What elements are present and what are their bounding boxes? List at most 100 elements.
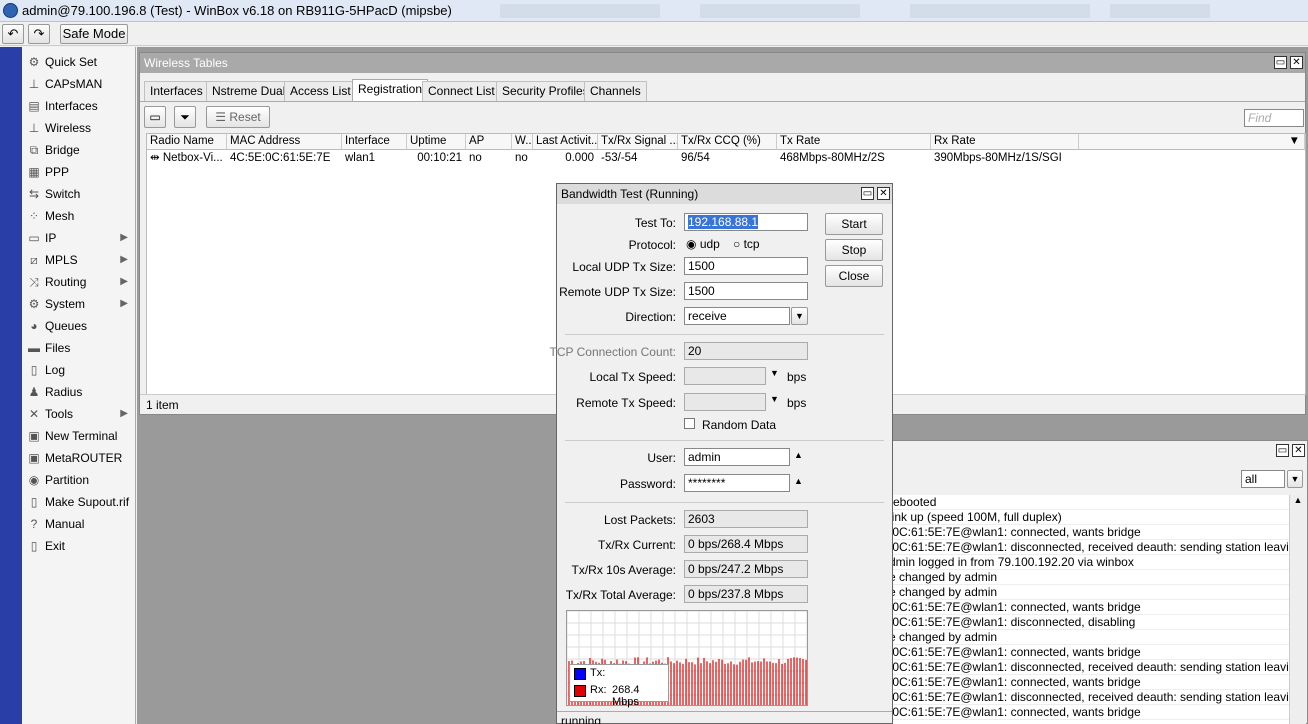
sidebar-item-radius[interactable]: ♟ Radius: [22, 381, 136, 403]
test-to-input[interactable]: 192.168.88.1: [684, 213, 808, 231]
window-title: admin@79.100.196.8 (Test) - WinBox v6.18…: [22, 3, 452, 18]
lost-packets-label: Lost Packets:: [603, 513, 676, 527]
tab-connect-list[interactable]: Connect List: [422, 81, 501, 101]
direction-dropdown-icon[interactable]: ▼: [791, 307, 808, 325]
sidebar-item-files[interactable]: ▬ Files: [22, 337, 136, 359]
tab-nstreme-dual[interactable]: Nstreme Dual: [206, 81, 292, 101]
column-header[interactable]: AP: [466, 134, 512, 150]
column-header[interactable]: Radio Name: [147, 134, 227, 150]
log-scrollbar[interactable]: ▲: [1289, 495, 1306, 724]
remove-button[interactable]: ▭: [144, 106, 166, 128]
close-icon[interactable]: ✕: [877, 187, 890, 200]
dropdown-arrow-icon[interactable]: ▼: [1287, 470, 1303, 488]
sidebar-item-label: Manual: [45, 517, 85, 531]
column-header[interactable]: W...: [512, 134, 533, 150]
direction-select[interactable]: receive: [684, 307, 790, 325]
column-chooser[interactable]: ▼: [1079, 134, 1305, 150]
log-row: :0C:61:5E:7E@wlan1: connected, wants bri…: [889, 525, 1289, 540]
undo-button[interactable]: ↶: [2, 24, 24, 44]
sidebar-item-log[interactable]: ▯ Log: [22, 359, 136, 381]
tcp-count-input[interactable]: 20: [684, 342, 808, 360]
log-window-title: [889, 441, 1307, 461]
column-header[interactable]: Last Activit...: [533, 134, 598, 150]
restore-icon[interactable]: ▭: [1274, 56, 1287, 69]
radio-selected-icon: ◉: [686, 237, 697, 251]
log-row: :0C:61:5E:7E@wlan1: disconnected, disabl…: [889, 615, 1289, 630]
sidebar-icon: ⚙: [28, 55, 40, 69]
random-data-checkbox[interactable]: [684, 418, 695, 429]
filter-button[interactable]: ⏷: [174, 106, 196, 128]
column-header[interactable]: Tx Rate: [777, 134, 931, 150]
sidebar-icon: ▭: [28, 231, 40, 245]
column-header[interactable]: Uptime: [407, 134, 466, 150]
stop-button[interactable]: Stop: [825, 239, 883, 261]
sidebar-item-bridge[interactable]: ⧉ Bridge: [22, 139, 136, 161]
close-icon[interactable]: ✕: [1292, 444, 1305, 457]
submenu-arrow-icon: ▶: [120, 298, 128, 309]
sidebar-item-mpls[interactable]: ⧄ MPLS ▶: [22, 249, 136, 271]
sidebar-item-tools[interactable]: ✕ Tools ▶: [22, 403, 136, 425]
find-input[interactable]: Find: [1244, 109, 1304, 127]
safe-mode-button[interactable]: Safe Mode: [60, 24, 128, 44]
sidebar-item-wireless[interactable]: ⊥ Wireless: [22, 117, 136, 139]
local-udp-input[interactable]: 1500: [684, 257, 808, 275]
user-collapse-icon[interactable]: ▲: [794, 450, 803, 460]
remote-speed-dropdown-icon[interactable]: ▼: [770, 394, 779, 404]
log-filter-select[interactable]: all: [1241, 470, 1285, 488]
column-header[interactable]: Tx/Rx CCQ (%): [678, 134, 777, 150]
reset-icon: ☰: [215, 110, 230, 124]
restore-icon[interactable]: ▭: [861, 187, 874, 200]
sidebar-item-label: Quick Set: [45, 55, 98, 69]
remote-speed-input[interactable]: [684, 393, 766, 411]
password-collapse-icon[interactable]: ▲: [794, 476, 803, 486]
sidebar-menu: ⚙ Quick Set ⊥ CAPsMAN ▤ Interfaces ⊥ Wireless ⧉ B…: [22, 47, 136, 724]
remote-udp-input[interactable]: 1500: [684, 282, 808, 300]
local-speed-dropdown-icon[interactable]: ▼: [770, 368, 779, 378]
sidebar-item-system[interactable]: ⚙ System ▶: [22, 293, 136, 315]
sidebar-item-label: MetaROUTER: [45, 451, 123, 465]
tab-interfaces[interactable]: Interfaces: [144, 81, 209, 101]
sidebar-item-manual[interactable]: ? Manual: [22, 513, 136, 535]
sidebar-item-switch[interactable]: ⇆ Switch: [22, 183, 136, 205]
sidebar-item-ip[interactable]: ▭ IP ▶: [22, 227, 136, 249]
sidebar-item-interfaces[interactable]: ▤ Interfaces: [22, 95, 136, 117]
column-header[interactable]: Interface: [342, 134, 407, 150]
sidebar-item-queues[interactable]: ◕ Queues: [22, 315, 136, 337]
sidebar-icon: ✕: [28, 407, 40, 421]
tab-access-list[interactable]: Access List: [284, 81, 357, 101]
sidebar-item-ppp[interactable]: ▦ PPP: [22, 161, 136, 183]
sidebar-item-routing[interactable]: ⤨ Routing ▶: [22, 271, 136, 293]
start-button[interactable]: Start: [825, 213, 883, 235]
sidebar-item-label: Wireless: [45, 121, 92, 135]
close-icon[interactable]: ✕: [1290, 56, 1303, 69]
log-row: rebooted: [889, 495, 1289, 510]
sidebar-item-mesh[interactable]: ⁘ Mesh: [22, 205, 136, 227]
sidebar-item-make-supout-rif[interactable]: ▯ Make Supout.rif: [22, 491, 136, 513]
column-header[interactable]: Tx/Rx Signal ...: [598, 134, 678, 150]
restore-icon[interactable]: ▭: [1276, 444, 1289, 457]
close-button[interactable]: Close: [825, 265, 883, 287]
local-speed-input[interactable]: [684, 367, 766, 385]
sidebar-item-partition[interactable]: ◉ Partition: [22, 469, 136, 491]
sidebar-item-quick-set[interactable]: ⚙ Quick Set: [22, 51, 136, 73]
password-input[interactable]: ********: [684, 474, 790, 492]
column-header[interactable]: Rx Rate: [931, 134, 1079, 150]
sidebar-icon: ◕: [30, 319, 38, 333]
reset-button[interactable]: ☰ Reset: [206, 106, 270, 128]
user-input[interactable]: admin: [684, 448, 790, 466]
scroll-up-icon[interactable]: ▲: [1290, 495, 1306, 505]
column-header[interactable]: MAC Address: [227, 134, 342, 150]
log-window: ▭ ✕ all ▼ rebooted link up (speed 100M, …: [889, 440, 1308, 724]
protocol-tcp-radio[interactable]: ○ tcp: [733, 237, 760, 251]
redo-button[interactable]: ↷: [28, 24, 50, 44]
table-cell: wlan1: [345, 152, 376, 164]
tab-channels[interactable]: Channels: [584, 81, 647, 101]
sidebar-item-new-terminal[interactable]: ▣ New Terminal: [22, 425, 136, 447]
protocol-udp-radio[interactable]: ◉ udp: [686, 237, 720, 251]
tab-registration[interactable]: Registration: [352, 79, 429, 101]
tab-security-profiles[interactable]: Security Profiles: [496, 81, 595, 101]
sidebar-item-exit[interactable]: ▯ Exit: [22, 535, 136, 557]
sidebar-icon: ♟: [28, 385, 40, 399]
sidebar-item-metarouter[interactable]: ▣ MetaROUTER: [22, 447, 136, 469]
sidebar-item-capsman[interactable]: ⊥ CAPsMAN: [22, 73, 136, 95]
